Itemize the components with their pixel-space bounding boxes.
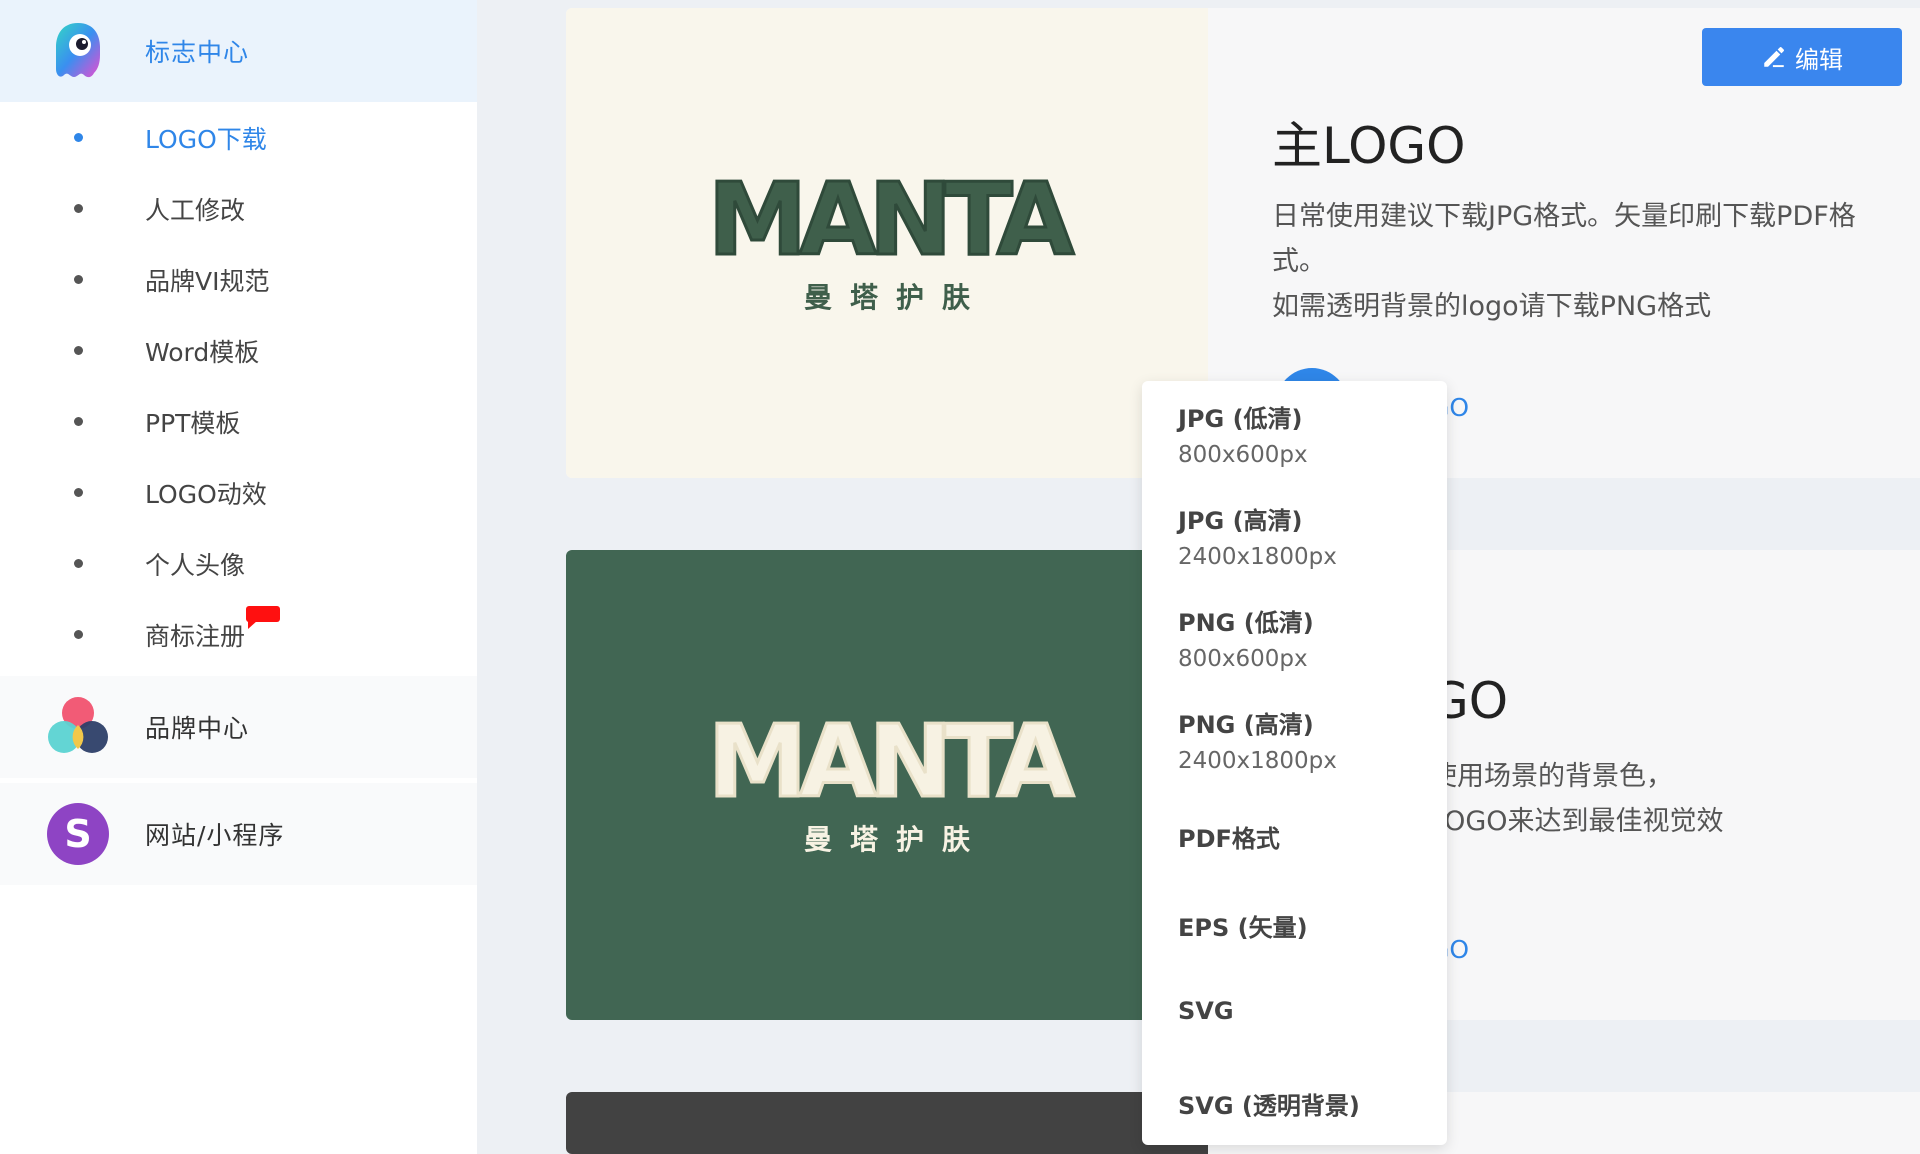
sidebar-group-website[interactable]: S 网站/小程序: [0, 783, 477, 885]
sidebar-group-label: 品牌中心: [145, 714, 250, 743]
mascot-icon: [56, 23, 100, 78]
option-size: 800x600px: [1178, 442, 1308, 468]
brand-wordmark: MANTA: [706, 703, 1075, 820]
option-size: 800x600px: [1178, 646, 1308, 672]
sidebar-group-label: 网站/小程序: [145, 821, 285, 850]
option-size: 2400x1800px: [1178, 544, 1337, 570]
option-label: JPG (低清): [1178, 405, 1303, 433]
sidebar-item-trademark[interactable]: 商标注册: [0, 599, 477, 670]
option-label: SVG (透明背景): [1178, 1092, 1360, 1120]
sidebar-item-logo-animation[interactable]: LOGO动效: [0, 457, 477, 528]
sidebar-item-label: LOGO动效: [145, 479, 267, 509]
sidebar: 标志中心 LOGO下载 人工修改 品牌VI规范 Word模板 PPT模板 LOG…: [0, 0, 477, 1154]
sidebar-item-ppt-template[interactable]: PPT模板: [0, 386, 477, 457]
card-title: 主LOGO: [1272, 117, 1466, 175]
logo-preview[interactable]: [566, 1092, 1208, 1154]
option-label: SVG: [1178, 997, 1234, 1025]
description-line: LOGO来达到最佳视觉效: [1430, 806, 1724, 837]
dropdown-option-png-low[interactable]: PNG (低清) 800x600px: [1178, 603, 1314, 672]
color-circles-icon: [48, 697, 108, 753]
bullet-icon: [74, 133, 83, 142]
sidebar-item-label: 商标注册: [145, 621, 246, 651]
edit-button-label: 编辑: [1795, 45, 1843, 74]
dropdown-option-jpg-low[interactable]: JPG (低清) 800x600px: [1178, 399, 1308, 468]
new-badge: [246, 606, 280, 629]
sidebar-item-label: 人工修改: [145, 195, 246, 225]
description-line: 日常使用建议下载JPG格式。矢量印刷下载PDF格式。: [1272, 201, 1856, 277]
bullet-icon: [74, 488, 83, 497]
bullet-icon: [74, 204, 83, 213]
dropdown-option-png-high[interactable]: PNG (高清) 2400x1800px: [1178, 705, 1337, 774]
sidebar-item-manual-edit[interactable]: 人工修改: [0, 173, 477, 244]
card-description: 使用场景的背景色， LOGO来达到最佳视觉效: [1430, 754, 1920, 844]
sidebar-group-brand-center[interactable]: 品牌中心: [0, 676, 477, 778]
sidebar-item-logo-download[interactable]: LOGO下载: [0, 102, 477, 173]
sidebar-item-label: 品牌VI规范: [145, 266, 270, 296]
sidebar-item-avatar[interactable]: 个人头像: [0, 528, 477, 599]
option-label: EPS (矢量): [1178, 914, 1308, 942]
option-label: JPG (高清): [1178, 507, 1303, 535]
bullet-icon: [74, 275, 83, 284]
sidebar-group-logo-center[interactable]: 标志中心: [0, 0, 477, 102]
description-line: 如需透明背景的logo请下载PNG格式: [1272, 291, 1712, 322]
sidebar-item-label: Word模板: [145, 337, 260, 367]
option-size: 2400x1800px: [1178, 748, 1337, 774]
download-format-dropdown: JPG (低清) 800x600px JPG (高清) 2400x1800px …: [1142, 381, 1447, 1145]
option-label: PDF格式: [1178, 825, 1280, 853]
dropdown-option-svg-transparent[interactable]: SVG (透明背景): [1178, 1086, 1360, 1121]
bullet-icon: [74, 417, 83, 426]
sidebar-group-label: 标志中心: [145, 38, 250, 67]
letter-s-text: S: [64, 812, 91, 856]
dropdown-option-jpg-high[interactable]: JPG (高清) 2400x1800px: [1178, 501, 1337, 570]
brand-wordmark: MANTA: [706, 161, 1075, 278]
edit-button[interactable]: 编辑: [1702, 28, 1902, 86]
option-label: PNG (低清): [1178, 609, 1314, 637]
option-label: PNG (高清): [1178, 711, 1314, 739]
bullet-icon: [74, 346, 83, 355]
card-description: 日常使用建议下载JPG格式。矢量印刷下载PDF格式。 如需透明背景的logo请下…: [1272, 194, 1872, 329]
sidebar-item-label: PPT模板: [145, 408, 241, 438]
brand-subtitle: 曼塔护肤: [803, 823, 988, 856]
sidebar-item-label: LOGO下载: [145, 124, 267, 154]
sidebar-item-brand-vi[interactable]: 品牌VI规范: [0, 244, 477, 315]
dropdown-option-eps[interactable]: EPS (矢量): [1178, 908, 1308, 943]
bullet-icon: [74, 630, 83, 639]
dropdown-option-svg[interactable]: SVG: [1178, 997, 1234, 1025]
pencil-icon: [1764, 47, 1784, 68]
brand-subtitle: 曼塔护肤: [803, 281, 988, 314]
bullet-icon: [74, 559, 83, 568]
logo-preview[interactable]: MANTA 曼塔护肤: [566, 8, 1208, 478]
description-line: 使用场景的背景色，: [1430, 761, 1673, 792]
letter-s-icon: S: [47, 803, 109, 865]
logo-preview[interactable]: MANTA 曼塔护肤: [566, 550, 1208, 1020]
dropdown-option-pdf[interactable]: PDF格式: [1178, 819, 1280, 854]
sidebar-item-word-template[interactable]: Word模板: [0, 315, 477, 386]
sidebar-item-label: 个人头像: [145, 550, 246, 580]
